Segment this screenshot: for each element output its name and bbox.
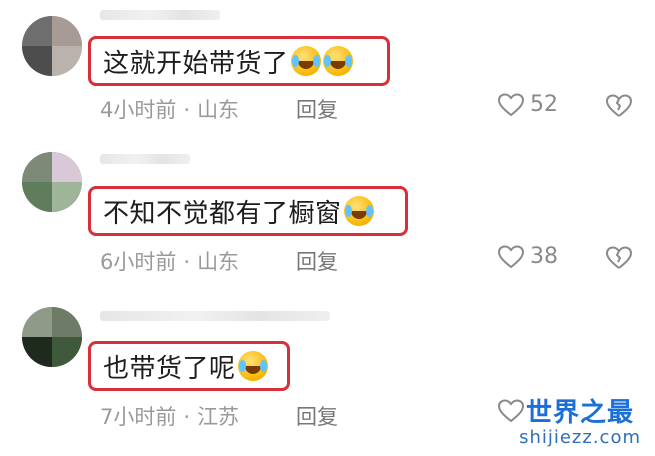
reply-button[interactable]: 回复	[296, 401, 338, 431]
watermark-url: shijiezz.com	[519, 427, 641, 448]
reply-button[interactable]: 回复	[296, 246, 338, 276]
comment-location: 山东	[197, 250, 240, 274]
reply-button[interactable]: 回复	[296, 94, 338, 124]
comment-time: 7小时前	[100, 405, 177, 429]
site-watermark: 世界之最 shijiezz.com	[519, 392, 641, 448]
username-redacted[interactable]	[100, 10, 220, 20]
meta-separator: ·	[183, 405, 191, 429]
comment-location: 山东	[197, 98, 240, 122]
crying-laughing-emoji-icon	[290, 46, 321, 76]
comment-text-highlight: 不知不觉都有了橱窗	[88, 186, 408, 236]
avatar[interactable]	[22, 16, 82, 76]
comment-location: 江苏	[197, 405, 240, 429]
comment-time: 4小时前	[100, 98, 177, 122]
comment-time: 6小时前	[100, 250, 177, 274]
comment-meta: 7小时前 · 江苏	[100, 401, 239, 431]
heart-outline-icon	[498, 244, 524, 268]
like-count: 52	[530, 92, 558, 117]
comment-text-highlight: 也带货了呢	[88, 341, 290, 391]
meta-separator: ·	[183, 98, 191, 122]
username-redacted[interactable]	[100, 154, 190, 164]
comment-text: 不知不觉都有了橱窗	[103, 198, 342, 229]
avatar[interactable]	[22, 152, 82, 212]
broken-heart-icon[interactable]	[606, 94, 632, 118]
comment-text-highlight: 这就开始带货了	[88, 36, 390, 86]
comment-text: 也带货了呢	[103, 353, 236, 384]
comment-meta: 6小时前 · 山东	[100, 246, 239, 276]
comment-meta: 4小时前 · 山东	[100, 94, 239, 124]
crying-laughing-emoji-icon	[343, 196, 374, 226]
username-redacted[interactable]	[100, 311, 330, 321]
avatar[interactable]	[22, 307, 82, 367]
like-button[interactable]: 52	[498, 92, 558, 117]
crying-laughing-emoji-icon	[322, 46, 353, 76]
like-button[interactable]: 38	[498, 244, 558, 269]
like-count: 38	[530, 244, 558, 269]
broken-heart-icon[interactable]	[606, 246, 632, 270]
crying-laughing-emoji-icon	[237, 351, 268, 381]
meta-separator: ·	[183, 250, 191, 274]
watermark-title: 世界之最	[526, 398, 635, 428]
comment-text: 这就开始带货了	[103, 48, 289, 79]
heart-outline-icon	[498, 92, 524, 116]
comment-item-1: 这就开始带货了 4小时前 · 山东 回复 52	[0, 0, 655, 140]
comment-item-2: 不知不觉都有了橱窗 6小时前 · 山东 回复 38	[0, 140, 655, 290]
